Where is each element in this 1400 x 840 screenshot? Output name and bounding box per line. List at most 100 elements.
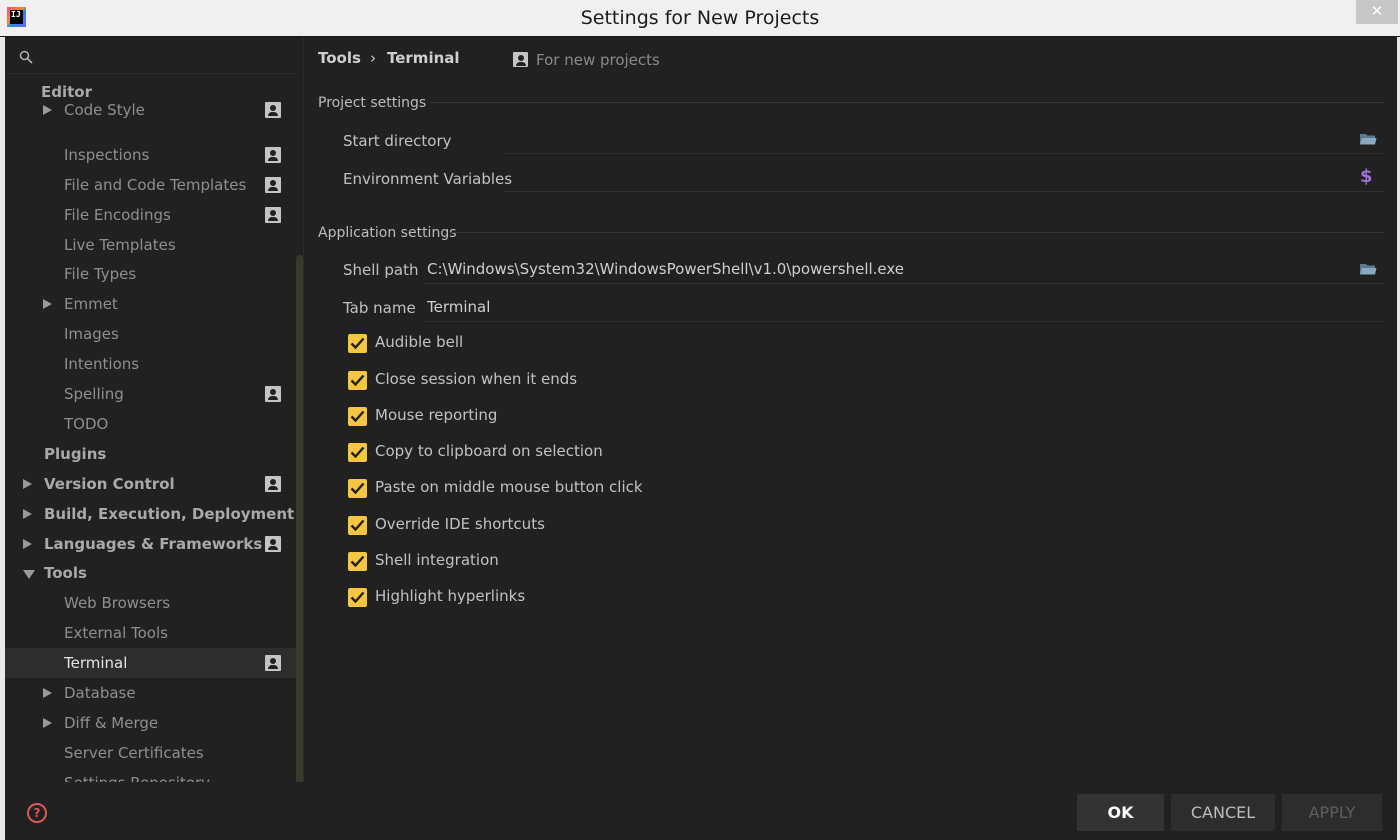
tree-item-images[interactable]: Images (5, 319, 300, 349)
checkmark-icon (350, 591, 365, 604)
project-icon (265, 536, 281, 552)
tree-item-label: File Encodings (64, 200, 171, 230)
project-icon (265, 386, 281, 402)
shell-path-field (423, 254, 1385, 284)
breadcrumb-parent[interactable]: Tools (318, 49, 361, 67)
start-directory-input[interactable] (503, 128, 1343, 150)
tree-item-emmet[interactable]: Emmet (5, 289, 300, 319)
chevron-right-icon[interactable] (43, 105, 52, 115)
project-icon (513, 52, 528, 67)
tree-item-label: File Types (64, 259, 136, 289)
project-icon (265, 207, 281, 223)
tab-name-label: Tab name (343, 299, 416, 317)
checkbox[interactable] (348, 334, 367, 353)
folder-icon[interactable] (1359, 132, 1377, 146)
checkmark-icon (350, 555, 365, 568)
checkbox-label: Shell integration (375, 551, 499, 569)
tree-item-server-certificates[interactable]: Server Certificates (5, 738, 300, 768)
tree-item-live-templates[interactable]: Live Templates (5, 230, 300, 260)
chevron-right-icon[interactable] (43, 299, 52, 309)
checkbox-label: Close session when it ends (375, 370, 577, 388)
tree-item-label: Code Style (64, 95, 145, 125)
apply-button[interactable]: APPLY (1282, 794, 1382, 831)
shell-path-label: Shell path (343, 261, 418, 279)
tree-item-languages-frameworks[interactable]: Languages & Frameworks (5, 529, 300, 559)
tree-item-intentions[interactable]: Intentions (5, 349, 300, 379)
tree-item-web-browsers[interactable]: Web Browsers (5, 588, 300, 618)
tree-item-todo[interactable]: TODO (5, 409, 300, 439)
tree-item-code-style[interactable]: Code Style (5, 95, 300, 125)
search-icon (19, 50, 33, 64)
checkbox[interactable] (348, 479, 367, 498)
chevron-right-icon[interactable] (23, 509, 32, 519)
settings-tree: EditorCode StyleInspectionsFile and Code… (5, 82, 300, 782)
checkbox[interactable] (348, 407, 367, 426)
chevron-down-icon[interactable] (23, 570, 35, 579)
tree-item-external-tools[interactable]: External Tools (5, 618, 300, 648)
tree-item-terminal[interactable]: Terminal (5, 648, 300, 678)
tree-scrollbar[interactable] (296, 255, 303, 815)
chevron-right-icon[interactable] (23, 479, 32, 489)
checkmark-icon (350, 337, 365, 350)
close-window-button[interactable]: ✕ (1356, 0, 1398, 24)
checkbox[interactable] (348, 516, 367, 535)
shell-path-input[interactable] (427, 258, 1347, 280)
tree-item-file-and-code-templates[interactable]: File and Code Templates (5, 170, 300, 200)
tree-item-label: Tools (44, 558, 87, 588)
tree-item-inspections[interactable]: Inspections (5, 140, 300, 170)
tree-item-label: TODO (64, 409, 108, 439)
tree-item-spelling[interactable]: Spelling (5, 379, 300, 409)
tab-name-input[interactable] (427, 296, 1347, 318)
checkbox-label: Audible bell (375, 333, 463, 351)
tab-name-field (423, 292, 1385, 322)
project-icon (265, 147, 281, 163)
checkbox[interactable] (348, 371, 367, 390)
section-divider (430, 102, 1385, 103)
tree-item-database[interactable]: Database (5, 678, 300, 708)
checkbox-label: Highlight hyperlinks (375, 587, 525, 605)
tree-item-label: Emmet (64, 289, 118, 319)
start-directory-label: Start directory (343, 132, 452, 150)
dollar-icon[interactable]: $ (1360, 166, 1373, 187)
tree-item-version-control[interactable]: Version Control (5, 469, 300, 499)
tree-item-diff-merge[interactable]: Diff & Merge (5, 708, 300, 738)
tree-item-label: Settings Repository (64, 768, 210, 782)
tree-item-label: Plugins (44, 439, 106, 469)
tree-item-plugins[interactable]: Plugins (5, 439, 300, 469)
chevron-right-icon[interactable] (43, 688, 52, 698)
help-icon[interactable]: ? (27, 803, 47, 823)
application-settings-title: Application settings (318, 225, 457, 241)
ok-button[interactable]: OK (1077, 794, 1164, 831)
chevron-right-icon[interactable] (23, 539, 32, 549)
tree-item-label: Live Templates (64, 230, 176, 260)
folder-icon[interactable] (1359, 262, 1377, 276)
search-input[interactable] (41, 45, 291, 67)
breadcrumb-separator: › (370, 49, 376, 67)
checkbox-label: Copy to clipboard on selection (375, 442, 603, 460)
tree-item-label: File and Code Templates (64, 170, 246, 200)
tree-item-label: Inspections (64, 140, 149, 170)
tree-item-label: Languages & Frameworks (44, 529, 262, 559)
chevron-right-icon[interactable] (43, 718, 52, 728)
env-vars-label: Environment Variables (343, 170, 512, 188)
env-vars-input[interactable] (503, 166, 1343, 188)
checkbox[interactable] (348, 588, 367, 607)
window-title: Settings for New Projects (0, 7, 1400, 29)
start-directory-field (503, 124, 1385, 154)
tree-item-label: Terminal (64, 648, 127, 678)
breadcrumb-current: Terminal (387, 49, 460, 67)
tree-item-build-execution-deployment[interactable]: Build, Execution, Deployment (5, 499, 300, 529)
tree-item-label: Web Browsers (64, 588, 170, 618)
checkmark-icon (350, 374, 365, 387)
title-bar: IJ Settings for New Projects ✕ (0, 0, 1400, 37)
env-vars-field: $ (503, 162, 1385, 192)
tree-item-file-types[interactable]: File Types (5, 259, 300, 289)
section-divider (451, 232, 1385, 233)
checkbox[interactable] (348, 443, 367, 462)
tree-item-settings-repository[interactable]: Settings Repository (5, 768, 300, 782)
checkbox[interactable] (348, 552, 367, 571)
tree-item-tools[interactable]: Tools (5, 558, 300, 588)
cancel-button[interactable]: CANCEL (1171, 794, 1275, 831)
tree-item-file-encodings[interactable]: File Encodings (5, 200, 300, 230)
tree-item-label: External Tools (64, 618, 168, 648)
